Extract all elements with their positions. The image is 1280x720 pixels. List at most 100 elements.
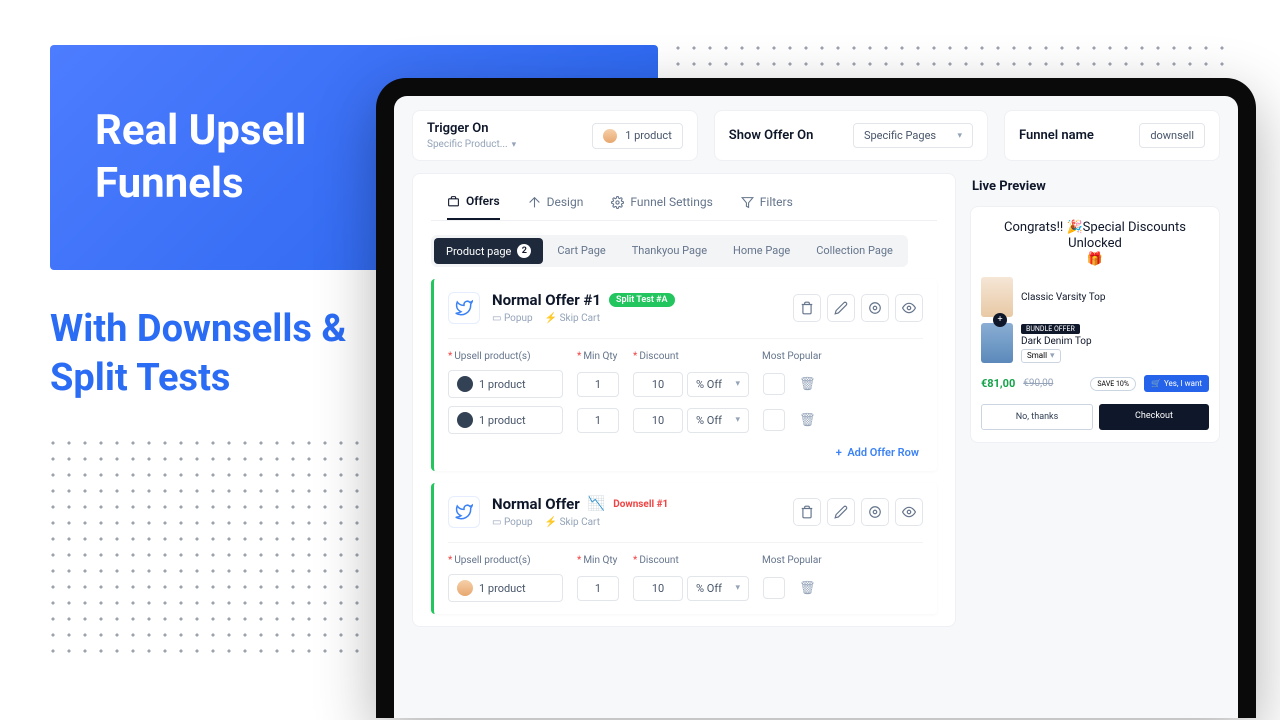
tab-offers[interactable]: Offers xyxy=(447,188,500,220)
col-upsell: *Upsell product(s) xyxy=(448,351,563,362)
tab-filters[interactable]: Filters xyxy=(741,188,793,220)
no-thanks-button[interactable]: No, thanks xyxy=(981,404,1093,430)
size-select[interactable]: Small▾ xyxy=(1021,349,1061,363)
discount-type-select[interactable]: % Off▾ xyxy=(687,372,749,397)
yes-i-want-button[interactable]: 🛒 Yes, I want xyxy=(1144,375,1209,392)
edit-button[interactable] xyxy=(827,498,855,526)
chip-home-page[interactable]: Home Page xyxy=(721,238,802,264)
col-discount: *Discount xyxy=(633,351,748,362)
min-qty-input[interactable]: 1 xyxy=(577,408,619,433)
settings-button[interactable] xyxy=(861,498,889,526)
trend-down-icon: 📉 xyxy=(588,496,605,512)
chevron-down-icon: ▾ xyxy=(957,131,962,141)
product-thumb-icon xyxy=(457,376,473,392)
delete-button[interactable] xyxy=(793,498,821,526)
chip-product-page[interactable]: Product page2 xyxy=(434,238,543,264)
design-icon xyxy=(528,196,541,209)
settings-button[interactable] xyxy=(861,294,889,322)
trigger-label: Trigger On xyxy=(427,121,516,136)
price-old: €90,00 xyxy=(1023,378,1053,389)
funnel-name-label: Funnel name xyxy=(1019,128,1094,143)
save-badge: SAVE 10% xyxy=(1090,377,1136,391)
top-config-row: Trigger On Specific Product...▾ 1 produc… xyxy=(412,110,1220,161)
upsell-product-select[interactable]: 1 product xyxy=(448,574,563,602)
discount-type-select[interactable]: % Off▾ xyxy=(687,408,749,433)
remove-row-button[interactable]: 🗑 xyxy=(799,581,816,596)
discount-input[interactable]: 10 xyxy=(633,372,683,397)
price-current: €81,00 xyxy=(981,377,1015,390)
chip-thankyou-page[interactable]: Thankyou Page xyxy=(620,238,719,264)
product-thumb-icon xyxy=(603,129,617,143)
trigger-product-select[interactable]: 1 product xyxy=(592,123,683,149)
live-preview-title: Live Preview xyxy=(972,179,1220,194)
gear-icon xyxy=(611,196,624,209)
preview-button[interactable] xyxy=(895,498,923,526)
product-row: 1 product 1 10 % Off▾ 🗑 xyxy=(448,574,923,602)
discount-input[interactable]: 10 xyxy=(633,408,683,433)
trigger-panel: Trigger On Specific Product...▾ 1 produc… xyxy=(412,110,698,161)
tab-design[interactable]: Design xyxy=(528,188,584,220)
page-chips: Product page2 Cart Page Thankyou Page Ho… xyxy=(431,235,908,267)
edit-button[interactable] xyxy=(827,294,855,322)
discount-input[interactable]: 10 xyxy=(633,576,683,601)
downsell-badge: Downsell #1 xyxy=(613,499,668,510)
promo-subtitle: With Downsells &Split Tests xyxy=(50,305,346,404)
delete-button[interactable] xyxy=(793,294,821,322)
filter-icon xyxy=(741,196,754,209)
popular-checkbox[interactable] xyxy=(763,409,785,431)
offer-title: Normal Offer #1Split Test #A xyxy=(492,291,675,309)
chip-collection-page[interactable]: Collection Page xyxy=(804,238,905,264)
split-test-badge: Split Test #A xyxy=(609,293,675,307)
bg-dots-bottom xyxy=(45,435,365,655)
offer-card-1: Normal Offer #1Split Test #A ▭ Popup⚡ Sk… xyxy=(431,279,937,471)
col-minqty: *Min Qty xyxy=(577,351,619,362)
col-upsell: *Upsell product(s) xyxy=(448,555,563,566)
app-screen: Trigger On Specific Product...▾ 1 produc… xyxy=(394,96,1238,718)
offer-meta: ▭ Popup⚡ Skip Cart xyxy=(492,313,675,324)
product-thumb-icon xyxy=(457,412,473,428)
plus-icon: + xyxy=(993,313,1007,327)
preview-popup: Congrats!! 🎉Special Discounts Unlocked🎁 … xyxy=(970,206,1220,443)
col-popular: Most Popular xyxy=(762,351,847,362)
preview-product-2: BUNDLE OFFER Dark Denim Top Small▾ xyxy=(981,323,1209,363)
discount-type-select[interactable]: % Off▾ xyxy=(687,576,749,601)
show-offer-select[interactable]: Specific Pages▾ xyxy=(853,123,973,148)
main-editor: Offers Design Funnel Settings Filters Pr… xyxy=(412,173,956,627)
funnel-name-panel: Funnel name downsell xyxy=(1004,110,1220,161)
offers-icon xyxy=(447,195,460,208)
offer-title: Normal Offer📉Downsell #1 xyxy=(492,495,668,513)
chip-cart-page[interactable]: Cart Page xyxy=(545,238,617,264)
popular-checkbox[interactable] xyxy=(763,373,785,395)
tab-funnel-settings[interactable]: Funnel Settings xyxy=(611,188,712,220)
funnel-name-input[interactable]: downsell xyxy=(1139,123,1205,148)
popular-checkbox[interactable] xyxy=(763,577,785,599)
remove-row-button[interactable]: 🗑 xyxy=(799,377,816,392)
col-minqty: *Min Qty xyxy=(577,555,619,566)
min-qty-input[interactable]: 1 xyxy=(577,576,619,601)
product-row: 1 product 1 10 % Off▾ 🗑 xyxy=(448,370,923,398)
min-qty-input[interactable]: 1 xyxy=(577,372,619,397)
bundle-badge: BUNDLE OFFER xyxy=(1021,324,1080,334)
col-popular: Most Popular xyxy=(762,555,847,566)
preview-product-1: Classic Varsity Top + xyxy=(981,277,1209,317)
promo-title: Real UpsellFunnels xyxy=(95,105,306,210)
preview-headline: Congrats!! 🎉Special Discounts Unlocked🎁 xyxy=(981,219,1209,267)
product-image xyxy=(981,323,1013,363)
add-offer-row-button[interactable]: + Add Offer Row xyxy=(448,434,923,459)
main-tabs: Offers Design Funnel Settings Filters xyxy=(431,184,937,221)
col-discount: *Discount xyxy=(633,555,748,566)
offer-type-icon xyxy=(448,292,480,324)
preview-button[interactable] xyxy=(895,294,923,322)
laptop-frame: Trigger On Specific Product...▾ 1 produc… xyxy=(376,78,1256,718)
offer-card-2: Normal Offer📉Downsell #1 ▭ Popup⚡ Skip C… xyxy=(431,483,937,614)
product-row: 1 product 1 10 % Off▾ 🗑 xyxy=(448,406,923,434)
chevron-down-icon: ▾ xyxy=(512,140,517,150)
checkout-button[interactable]: Checkout xyxy=(1099,404,1209,430)
trigger-sublabel[interactable]: Specific Product...▾ xyxy=(427,139,516,150)
upsell-product-select[interactable]: 1 product xyxy=(448,370,563,398)
offer-meta: ▭ Popup⚡ Skip Cart xyxy=(492,517,668,528)
upsell-product-select[interactable]: 1 product xyxy=(448,406,563,434)
remove-row-button[interactable]: 🗑 xyxy=(799,413,816,428)
preview-price-row: €81,00 €90,00 SAVE 10% 🛒 Yes, I want xyxy=(981,375,1209,392)
offer-type-icon xyxy=(448,496,480,528)
